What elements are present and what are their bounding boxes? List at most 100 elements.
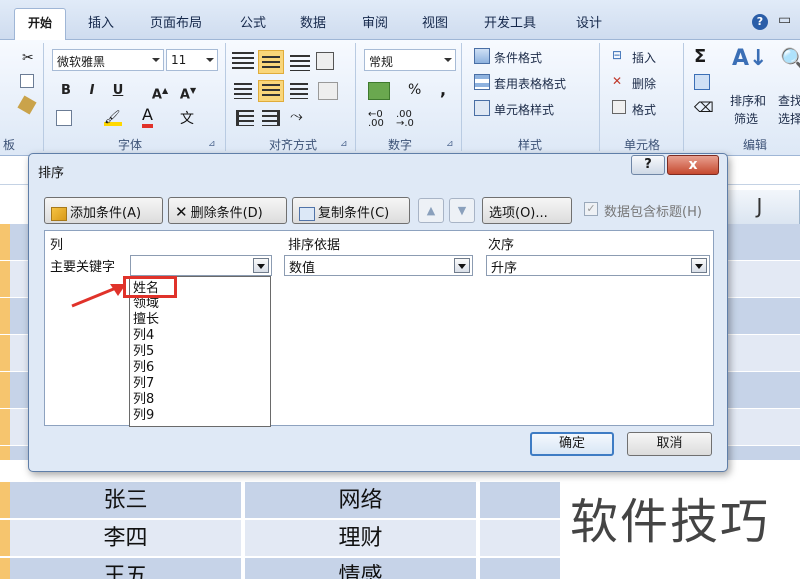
tab-view[interactable]: 视图 — [422, 12, 448, 31]
primary-key-select[interactable] — [130, 255, 272, 276]
dropdown-option[interactable]: 列7 — [133, 377, 154, 391]
row-selection-strip — [0, 224, 10, 460]
table-format-button[interactable]: 套用表格格式 — [494, 75, 566, 92]
align-center-icon — [262, 84, 280, 98]
tab-home[interactable]: 开始 — [14, 8, 66, 40]
chevron-down-icon[interactable] — [691, 258, 707, 273]
border-icon[interactable] — [56, 110, 72, 126]
wrap-text-icon[interactable] — [316, 52, 334, 70]
decrease-decimal-icon[interactable]: .00 →.0 — [396, 110, 414, 129]
font-size-select[interactable]: 11 — [166, 49, 218, 71]
conditional-format-icon — [474, 48, 490, 64]
align-top-icon[interactable] — [232, 52, 254, 72]
delete-condition-label: 删除条件(D) — [190, 206, 263, 221]
row-strip — [0, 520, 10, 557]
copy-condition-label: 复制条件(C) — [318, 206, 390, 221]
insert-cells-button[interactable]: 插入 — [632, 49, 656, 66]
dropdown-option[interactable]: 列9 — [133, 409, 154, 423]
conditional-format-button[interactable]: 条件格式 — [494, 49, 542, 66]
merge-center-icon[interactable] — [318, 82, 338, 100]
tab-insert[interactable]: 插入 — [88, 12, 114, 31]
align-bottom-icon[interactable] — [290, 55, 310, 71]
autosum-icon[interactable]: Σ — [694, 46, 706, 67]
grow-font-button[interactable]: A▲ — [150, 81, 170, 102]
cell-name[interactable]: 李四 — [10, 520, 243, 557]
find-select-button[interactable]: 查找 — [778, 92, 800, 109]
dropdown-option[interactable]: 列6 — [133, 361, 154, 375]
column-header-j[interactable]: J — [720, 190, 800, 224]
move-down-button[interactable]: ▼ — [449, 198, 475, 223]
cell-field[interactable]: 情感 — [245, 558, 478, 579]
dialog-close-button[interactable]: x — [667, 155, 719, 175]
tab-review[interactable]: 审阅 — [362, 12, 388, 31]
increase-decimal-icon[interactable]: ←0.00 — [368, 110, 384, 129]
cut-icon[interactable]: ✂ — [22, 50, 34, 66]
chevron-down-icon — [152, 58, 160, 62]
dialog-launcher-icon[interactable]: ⊿ — [208, 139, 216, 149]
bold-button[interactable]: B — [56, 81, 76, 101]
comma-button[interactable]: , — [440, 80, 446, 99]
ok-button[interactable]: 确定 — [530, 432, 614, 456]
cell-name[interactable]: 王五 — [10, 558, 243, 579]
fill-color-icon[interactable]: 🖌 — [104, 110, 122, 126]
cell-style-button[interactable]: 单元格样式 — [494, 101, 554, 118]
percent-button[interactable]: % — [408, 82, 421, 98]
dialog-launcher-icon[interactable]: ⊿ — [340, 139, 348, 149]
italic-button[interactable]: I — [82, 81, 102, 101]
align-left-icon[interactable] — [234, 83, 252, 99]
tab-page-layout[interactable]: 页面布局 — [150, 12, 202, 31]
increase-indent-icon[interactable] — [262, 110, 280, 126]
ribbon-tab-bar — [0, 0, 800, 40]
order-select[interactable]: 升序 — [486, 255, 710, 276]
tab-developer[interactable]: 开发工具 — [484, 12, 536, 31]
underline-button[interactable]: U — [108, 81, 128, 101]
dropdown-option[interactable]: 擅长 — [133, 313, 159, 327]
orientation-icon[interactable]: ⤳ — [290, 106, 303, 126]
currency-icon[interactable] — [368, 82, 390, 100]
tab-formulas[interactable]: 公式 — [240, 12, 266, 31]
fill-icon[interactable] — [694, 74, 710, 90]
shrink-font-button[interactable]: A▼ — [178, 81, 198, 102]
delete-cells-icon: ✕ — [612, 74, 623, 88]
font-name-select[interactable]: 微软雅黑 — [52, 49, 164, 71]
cell-name[interactable]: 张三 — [10, 482, 243, 519]
copy-icon[interactable] — [20, 74, 34, 88]
watermark: 软件技巧 — [560, 460, 800, 579]
dialog-help-button[interactable]: ? — [631, 155, 665, 175]
watermark-text: 软件技巧 — [570, 494, 771, 550]
dialog-title: 排序 — [38, 166, 65, 181]
tab-design[interactable]: 设计 — [576, 12, 602, 31]
align-right-icon[interactable] — [290, 83, 308, 99]
sort-filter-button[interactable]: 排序和 — [730, 92, 766, 109]
number-format-select[interactable]: 常规 — [364, 49, 456, 71]
font-color-icon[interactable]: A — [142, 106, 153, 128]
dropdown-option[interactable]: 领域 — [133, 297, 159, 311]
red-arrow-icon — [71, 284, 126, 308]
header-checkbox[interactable]: ✓ — [584, 202, 598, 216]
chevron-down-icon[interactable] — [454, 258, 470, 273]
dropdown-option[interactable]: 列5 — [133, 345, 154, 359]
clear-icon[interactable]: ⌫ — [694, 100, 714, 116]
options-button[interactable]: 选项(O)... — [482, 197, 572, 224]
phonetic-icon[interactable]: 文 — [180, 108, 194, 128]
dropdown-option[interactable]: 列8 — [133, 393, 154, 407]
format-cells-icon — [612, 100, 626, 114]
move-up-button[interactable]: ▲ — [418, 198, 444, 223]
cell-field[interactable]: 网络 — [245, 482, 478, 519]
minimize-ribbon-icon[interactable]: ▭ — [778, 12, 791, 28]
help-icon[interactable]: ? — [752, 14, 768, 30]
dropdown-option[interactable]: 列4 — [133, 329, 154, 343]
chevron-down-icon[interactable] — [253, 258, 269, 273]
sort-on-select[interactable]: 数值 — [284, 255, 473, 276]
delete-condition-button[interactable]: ✕ 删除条件(D) — [168, 197, 287, 224]
decrease-indent-icon[interactable] — [236, 110, 254, 126]
add-condition-button[interactable]: 添加条件(A) — [44, 197, 163, 224]
tab-data[interactable]: 数据 — [300, 12, 326, 31]
cancel-button[interactable]: 取消 — [627, 432, 712, 456]
format-cells-button[interactable]: 格式 — [632, 101, 656, 118]
delete-cells-button[interactable]: 删除 — [632, 75, 656, 92]
dialog-launcher-icon[interactable]: ⊿ — [446, 139, 454, 149]
cell-field[interactable]: 理财 — [245, 520, 478, 557]
excel-window: { "ribbon": { "tabs": ["开始","插入","页面布局",… — [0, 0, 800, 579]
copy-condition-button[interactable]: 复制条件(C) — [292, 197, 410, 224]
